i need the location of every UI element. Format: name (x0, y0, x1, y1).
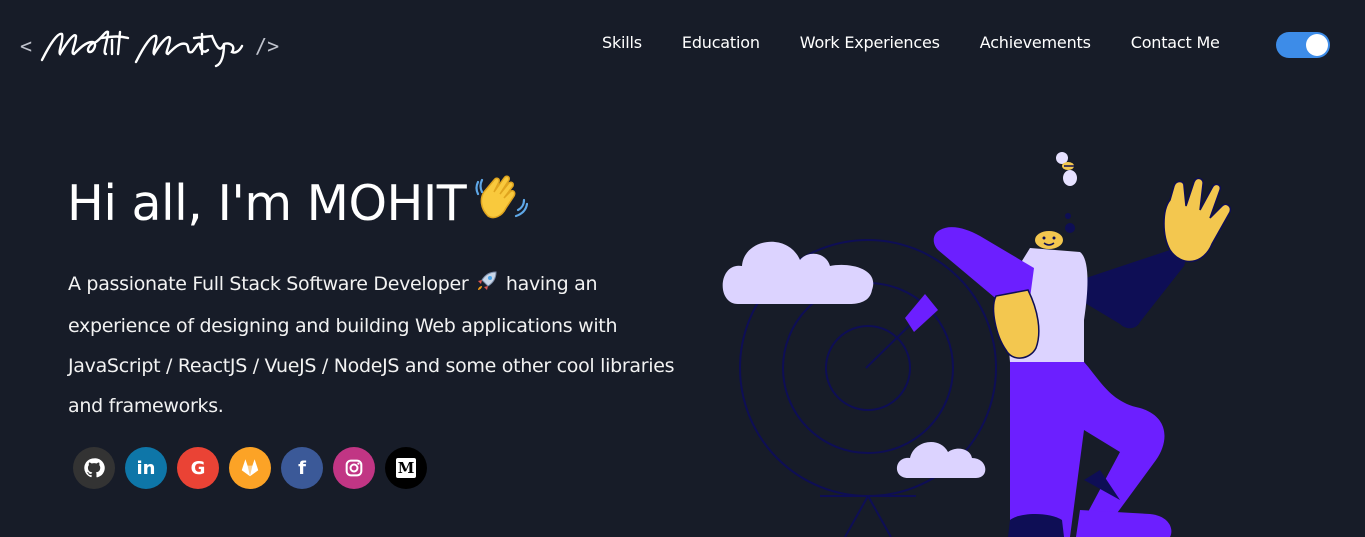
linkedin-icon[interactable]: in (125, 447, 167, 489)
intro-text-part1: A passionate Full Stack Software Develop… (68, 273, 469, 295)
cloud-icon (722, 241, 874, 304)
instagram-icon[interactable] (333, 447, 375, 489)
waving-hand-icon (474, 170, 529, 236)
main-nav: Skills Education Work Experiences Achiev… (582, 28, 1240, 56)
dart-icon (865, 294, 938, 369)
medium-glyph: M (396, 458, 416, 478)
facebook-icon[interactable]: f (281, 447, 323, 489)
medium-icon[interactable]: M (385, 447, 427, 489)
google-icon[interactable]: G (177, 447, 219, 489)
hero-greeting: Hi all, I'm MOHIT (67, 170, 529, 236)
github-icon[interactable] (73, 447, 115, 489)
theme-toggle-knob (1306, 34, 1328, 56)
gitlab-icon[interactable] (229, 447, 271, 489)
site-header: < /> Skills Education Work Experiences A… (0, 0, 1365, 84)
hero-illustration (722, 152, 1232, 537)
rocket-icon (476, 266, 498, 306)
signature-logo (40, 30, 244, 68)
logo-open-bracket: < (20, 34, 33, 58)
nav-achievements[interactable]: Achievements (960, 33, 1111, 52)
theme-toggle[interactable] (1276, 32, 1330, 58)
social-links: in G f M (73, 447, 427, 489)
bee-icon (1056, 152, 1077, 186)
logo-close-bracket: /> (255, 34, 280, 58)
logo[interactable]: < /> (20, 24, 280, 68)
person-illustration (933, 177, 1232, 537)
hero-intro: A passionate Full Stack Software Develop… (68, 264, 688, 426)
nav-skills[interactable]: Skills (582, 33, 662, 52)
nav-work-experiences[interactable]: Work Experiences (780, 33, 960, 52)
greeting-text: Hi all, I'm MOHIT (67, 175, 467, 232)
nav-education[interactable]: Education (662, 33, 780, 52)
cloud-small-icon (896, 441, 986, 478)
nav-contact-me[interactable]: Contact Me (1111, 33, 1240, 52)
